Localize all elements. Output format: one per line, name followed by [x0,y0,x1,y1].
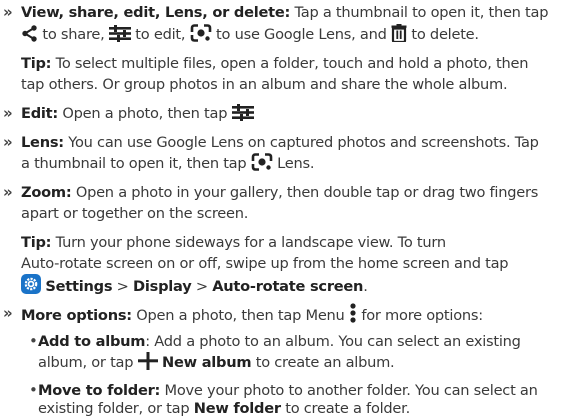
bullet-chevron: » [3,304,13,322]
bullet-chevron: » [3,183,13,201]
google-lens-icon [190,24,212,48]
edit-heading: Edit: [21,105,58,122]
settings-label: Settings [45,278,113,295]
tip1-line1: Tip: To select multiple files, open a fo… [21,55,529,72]
view-heading: View, share, edit, Lens, or delete: [21,4,291,21]
autorotate-label: Auto-rotate screen [212,278,364,295]
album-heading: Add to album [38,333,146,350]
settings-gear-icon [21,274,41,300]
edit-sliders-icon [231,104,254,127]
bullet-dot: • [29,332,38,350]
tip-label: Tip: [21,55,52,72]
plus-icon [137,352,158,376]
lens-heading: Lens: [21,134,64,151]
trash-icon [391,24,407,48]
share-icon [21,25,38,48]
view-text: Tap a thumbnail to open it, then tap [290,4,549,21]
bullet-dot: • [29,381,38,399]
tip-label: Tip: [21,234,52,251]
vertical-dots-menu-icon [349,303,357,329]
google-lens-icon [251,153,273,177]
zoom-item-line2: apart or together on the screen. [21,205,249,222]
new-album-label: New album [162,354,252,371]
bullet-chevron: » [3,3,13,21]
lens-item-line2: a thumbnail to open it, then tap Lens. [21,153,315,177]
bullet-chevron: » [3,104,13,122]
tip1-line2: tap others. Or group photos in an album … [21,76,508,93]
album-item-line2: album, or tap New album to create an alb… [38,352,395,376]
more-heading: More options: [21,307,132,324]
bullet-chevron: » [3,133,13,151]
tip2-line1: Tip: Turn your phone sideways for a land… [21,234,446,251]
folder-heading: Move to folder: [38,382,161,399]
view-item-line2: to share, to edit, to use Google Lens, a… [21,24,479,48]
display-label: Display [133,278,192,295]
new-folder-label: New folder [193,400,281,417]
edit-sliders-icon [108,25,131,48]
folder-item-line2: existing folder, or tap New folder to cr… [38,400,410,417]
zoom-heading: Zoom: [21,184,72,201]
tip2-line3: Settings > Display > Auto-rotate screen. [21,274,368,300]
tip2-line2: Auto-rotate screen on or off, swipe up f… [21,255,509,272]
